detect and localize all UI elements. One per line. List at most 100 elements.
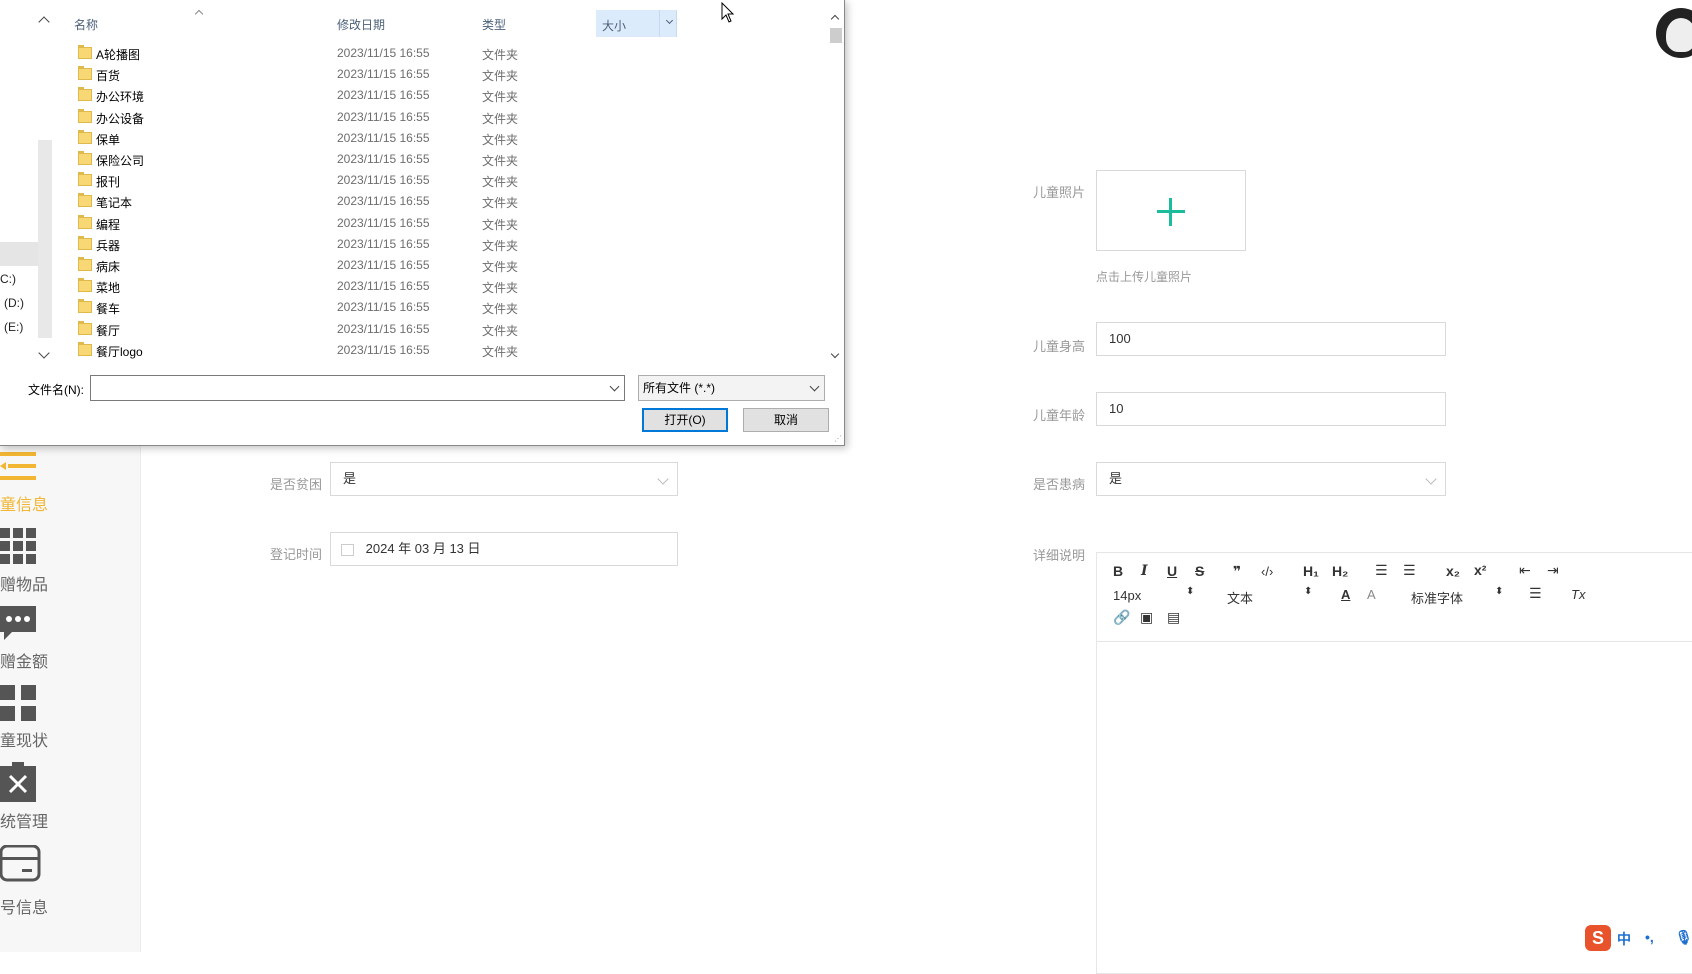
filename-input[interactable] [90,375,625,401]
column-header-type[interactable]: 类型 [482,16,506,33]
sidebar-item-donated-goods[interactable]: 赠物品 [0,528,140,598]
file-type: 文件夹 [482,196,519,211]
user-avatar[interactable] [1656,8,1692,58]
navigation-selected-item[interactable] [0,242,38,266]
resize-grip-icon[interactable]: ⋰ [834,434,842,443]
nav-drive-c[interactable]: C:) [0,272,16,286]
rich-text-editor[interactable]: B I U S ❞ ‹/› H₁ H₂ ☰ ☰ x₂ x² ⇤ ⇥ 14px ⬍… [1096,552,1692,974]
file-list-row[interactable]: 兵器 2023/11/15 16:55 文件夹 [76,234,796,255]
file-date: 2023/11/15 16:55 [337,46,430,60]
column-header-name[interactable]: 名称 [74,16,98,33]
scroll-down-icon[interactable] [830,349,840,359]
file-type: 文件夹 [482,111,519,126]
bold-button[interactable]: B [1113,563,1123,579]
sidebar-item-account-info[interactable]: 号信息 [0,845,140,917]
file-date: 2023/11/15 16:55 [337,342,430,357]
file-date: 2023/11/15 16:55 [337,236,430,251]
file-type: 文件夹 [482,281,519,296]
heading2-button[interactable]: H₂ [1332,563,1348,579]
column-dropdown[interactable] [659,10,676,37]
column-header-size[interactable]: 大小 [596,10,677,37]
code-button[interactable]: ‹/› [1261,564,1273,579]
folder-icon [78,320,92,335]
file-list-row[interactable]: 报刊 2023/11/15 16:55 文件夹 [76,170,796,191]
sidebar-item-donated-amount[interactable]: 赠金额 [0,606,140,676]
column-header-date[interactable]: 修改日期 [337,16,385,33]
superscript-button[interactable]: x² [1474,562,1486,578]
folder-icon [78,341,92,356]
navigation-scrollbar[interactable] [38,140,52,338]
sidebar-item-label: 号信息 [0,900,49,917]
scrollbar-thumb[interactable] [830,28,842,43]
sidebar-item-system-management[interactable]: 统管理 [0,762,140,832]
align-icon[interactable]: ☰ [1529,585,1542,602]
scroll-up-icon[interactable] [38,16,50,28]
file-type-filter[interactable]: 所有文件 (*.*) [638,375,825,401]
file-date: 2023/11/15 16:55 [337,300,430,315]
ordered-list-icon[interactable]: ☰ [1375,562,1388,579]
link-icon[interactable]: 🔗 [1113,609,1130,626]
chat-icon [0,606,36,640]
nav-drive-e[interactable]: (E:) [4,320,23,334]
file-list-row[interactable]: 餐车 2023/11/15 16:55 文件夹 [76,297,796,318]
calendar-icon [341,543,354,556]
italic-button[interactable]: I [1141,563,1148,579]
open-button[interactable]: 打开(O) [642,408,728,432]
height-input[interactable]: 100 [1096,322,1446,356]
poor-select[interactable]: 是 [330,462,678,496]
heading1-button[interactable]: H₁ [1303,563,1319,579]
filename-label: 文件名(N): [28,383,84,397]
strikethrough-button[interactable]: S [1195,563,1204,579]
file-list-row[interactable]: 保单 2023/11/15 16:55 文件夹 [76,128,796,149]
sort-ascending-icon [194,9,204,19]
sidebar-item-child-status[interactable]: 童现状 [0,685,140,755]
photo-upload-box[interactable] [1096,170,1246,251]
file-list-row[interactable]: 病床 2023/11/15 16:55 文件夹 [76,255,796,276]
age-input[interactable]: 10 [1096,392,1446,426]
file-list-row[interactable]: 编程 2023/11/15 16:55 文件夹 [76,213,796,234]
cancel-button[interactable]: 取消 [743,408,829,432]
indent-icon[interactable]: ⇥ [1547,562,1559,579]
sidebar-item-child-info[interactable]: 童信息 [0,450,140,520]
date-picker[interactable]: 2024 年 03 月 13 日 [330,532,678,566]
file-list-row[interactable]: 百货 2023/11/15 16:55 文件夹 [76,64,796,85]
file-list-row[interactable]: A轮播图 2023/11/15 16:55 文件夹 [76,43,796,64]
outdent-icon[interactable]: ⇤ [1519,562,1531,579]
scroll-up-icon[interactable] [830,14,840,24]
file-open-dialog: C:) (D:) (E:) 名称 修改日期 类型 大小 A轮播图 2023/11/… [0,0,845,446]
date-label: 登记时间 [269,547,322,562]
file-list-row[interactable]: 办公环境 2023/11/15 16:55 文件夹 [76,85,796,106]
font-color-button[interactable]: A [1341,587,1350,602]
ill-select[interactable]: 是 [1096,462,1446,496]
file-list-row[interactable]: 笔记本 2023/11/15 16:55 文件夹 [76,191,796,212]
card-icon [0,845,41,882]
file-list-row[interactable]: 菜地 2023/11/15 16:55 文件夹 [76,276,796,297]
video-icon[interactable]: ▤ [1167,609,1180,626]
image-icon[interactable]: ▣ [1140,609,1153,626]
font-size-select[interactable]: 14px [1113,588,1141,603]
underline-button[interactable]: U [1167,563,1177,579]
font-family-select[interactable]: 标准字体 [1411,588,1463,607]
bullet-list-icon[interactable]: ☰ [1403,562,1416,579]
paragraph-select[interactable]: 文本 [1227,588,1253,607]
background-color-button[interactable]: A [1367,587,1376,602]
sidebar-item-label: 赠金额 [0,654,49,671]
file-name: 百货 [96,69,121,84]
clear-format-button[interactable]: Tx [1571,587,1585,602]
chevron-down-icon[interactable] [609,381,620,392]
ime-language: 中 [1617,931,1631,947]
ime-status-bar[interactable]: S 中 •, 🎙 [1585,925,1692,951]
file-list-row[interactable]: 办公设备 2023/11/15 16:55 文件夹 [76,107,796,128]
file-type: 文件夹 [482,90,519,105]
nav-drive-d[interactable]: (D:) [4,296,24,310]
file-list-row[interactable]: 保险公司 2023/11/15 16:55 文件夹 [76,149,796,170]
ill-label: 是否患病 [1032,477,1085,492]
file-list-row[interactable]: 餐厅 2023/11/15 16:55 文件夹 [76,319,796,340]
dashboard-icon [0,685,36,721]
scroll-down-icon[interactable] [38,347,50,359]
folder-icon [78,66,92,81]
file-list-row[interactable]: 餐厅logo 2023/11/15 16:55 文件夹 [76,340,796,361]
file-list-scrollbar[interactable] [828,10,844,365]
blockquote-button[interactable]: ❞ [1233,563,1241,580]
subscript-button[interactable]: x₂ [1446,563,1460,579]
